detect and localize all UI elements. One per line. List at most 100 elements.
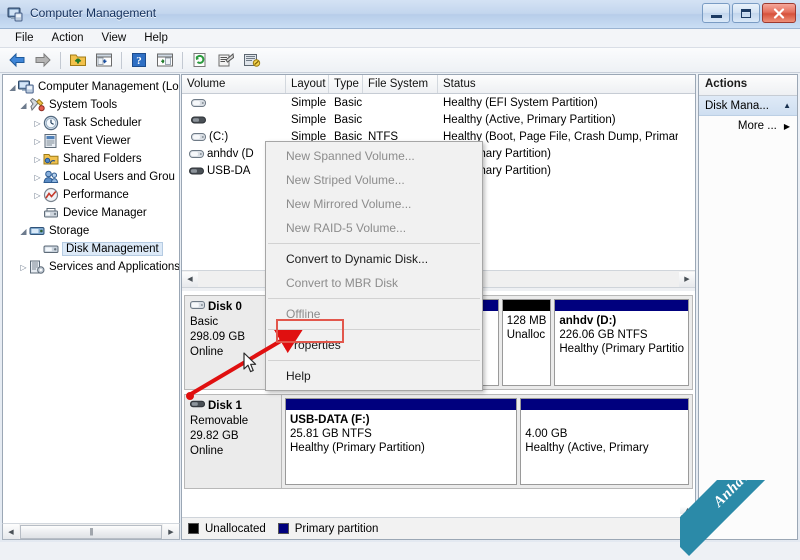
partition-status: Healthy (Primary Partitio <box>559 343 684 355</box>
expander-collapsed-icon[interactable]: ▷ <box>32 137 43 146</box>
scroll-right-arrow-icon[interactable]: ▶ <box>163 524 179 539</box>
context-menu-item-convert-to-dynamic-disk[interactable]: Convert to Dynamic Disk... <box>266 247 482 271</box>
column-header-status[interactable]: Status <box>438 75 678 93</box>
actions-item-more[interactable]: More ... ▶ <box>699 116 797 136</box>
sidebar-item-task-scheduler[interactable]: ▷ Task Scheduler <box>5 114 179 132</box>
scroll-left-arrow-icon[interactable]: ◀ <box>3 524 19 539</box>
sidebar-item-storage[interactable]: ◢ Storage <box>5 222 179 240</box>
sidebar-item-local-users-and-groups[interactable]: ▷ Local Users and Grou <box>5 168 179 186</box>
column-header-volume[interactable]: Volume <box>182 75 286 93</box>
status-bar <box>0 542 800 560</box>
context-menu-item-help[interactable]: Help <box>266 364 482 388</box>
expander-collapsed-icon[interactable]: ▷ <box>18 263 29 272</box>
cell-layout: Simple <box>291 96 327 109</box>
disk-0-type: Basic <box>190 316 219 328</box>
partition-label: USB-DATA (F:) <box>290 414 370 426</box>
column-header-file-system[interactable]: File System <box>363 75 438 93</box>
expander-expanded-icon[interactable]: ◢ <box>7 83 18 92</box>
sidebar-item-device-manager[interactable]: Device Manager <box>5 204 179 222</box>
cell-volume: USB-DA <box>207 164 251 177</box>
partition-status: Healthy (Active, Primary <box>525 442 649 454</box>
sidebar-label-services-and-applications: Services and Applications <box>49 261 180 273</box>
actions-pane-header: Actions <box>699 75 797 96</box>
menu-help[interactable]: Help <box>135 30 177 46</box>
maximize-button[interactable] <box>732 3 760 23</box>
sidebar-item-system-tools[interactable]: ◢ System Tools <box>5 96 179 114</box>
minimize-button[interactable] <box>702 3 730 23</box>
context-menu-item-properties[interactable]: Properties <box>266 333 482 357</box>
submenu-arrow-icon[interactable]: ▶ <box>784 122 790 131</box>
sidebar-item-event-viewer[interactable]: ▷ Event Viewer <box>5 132 179 150</box>
refresh-icon[interactable] <box>188 49 212 71</box>
legend-label-primary-partition: Primary partition <box>294 522 379 535</box>
disk-0-size: 298.09 GB <box>190 331 245 343</box>
partition-unallocated[interactable]: 128 MB Unalloc <box>501 299 552 386</box>
sidebar-item-shared-folders[interactable]: ▷ Shared Folders <box>5 150 179 168</box>
sidebar-label-system-tools: System Tools <box>49 99 118 111</box>
menu-view[interactable]: View <box>93 30 136 46</box>
expander-expanded-icon[interactable]: ◢ <box>18 101 29 110</box>
scroll-thumb[interactable]: ||| <box>20 524 162 539</box>
volume-icon-dark <box>189 166 204 176</box>
partition-usb-second[interactable]: 4.00 GB Healthy (Active, Primary <box>520 398 689 485</box>
expander-expanded-icon[interactable]: ◢ <box>18 227 29 236</box>
close-button[interactable] <box>762 3 796 23</box>
disk-1-partitions: USB-DATA (F:) 25.81 GB NTFS Healthy (Pri… <box>282 394 693 489</box>
back-icon[interactable] <box>5 49 29 71</box>
properties-icon[interactable] <box>214 49 238 71</box>
storage-icon <box>29 223 45 239</box>
up-folder-icon[interactable] <box>66 49 90 71</box>
sidebar-label-storage: Storage <box>49 225 90 237</box>
column-header-layout[interactable]: Layout <box>286 75 329 93</box>
menu-action[interactable]: Action <box>43 30 93 46</box>
disk-1-info[interactable]: Disk 1 Removable 29.82 GB Online <box>184 394 282 489</box>
removable-disk-icon <box>190 399 205 414</box>
table-row[interactable]: Simple Basic Healthy (EFI System Partiti… <box>182 94 695 111</box>
tree-root-computer-management[interactable]: ◢ Computer Management (Lo <box>5 78 179 96</box>
menu-file[interactable]: File <box>6 30 43 46</box>
table-row[interactable]: Simple Basic Healthy (Active, Primary Pa… <box>182 111 695 128</box>
rescan-disks-icon[interactable] <box>240 49 264 71</box>
sidebar-label-local-users-and-groups: Local Users and Grou <box>63 171 175 183</box>
actions-group-disk-management[interactable]: Disk Mana... ▲ <box>699 96 797 116</box>
cell-type: Basic <box>334 113 363 126</box>
scroll-up-arrow-icon[interactable]: ▲ <box>680 507 695 514</box>
context-menu-item-convert-to-mbr-disk[interactable]: Convert to MBR Disk <box>266 271 482 295</box>
volume-list-header: Volume Layout Type File System Status <box>182 75 695 94</box>
sidebar-item-performance[interactable]: ▷ Performance <box>5 186 179 204</box>
partition-bar <box>502 300 551 311</box>
scroll-left-arrow-icon[interactable]: ◀ <box>182 271 198 287</box>
expander-collapsed-icon[interactable]: ▷ <box>32 191 43 200</box>
console-tree-pane: ◢ Computer Management (Lo ◢ System Tools… <box>2 74 180 540</box>
tree-horizontal-scrollbar[interactable]: ◀ ||| ▶ <box>2 523 180 540</box>
show-hide-console-tree-icon[interactable] <box>92 49 116 71</box>
sidebar-item-services-and-applications[interactable]: ▷ Services and Applications <box>5 258 179 276</box>
help-icon[interactable]: ? <box>127 49 151 71</box>
window-controls <box>702 3 796 23</box>
context-menu-item-new-mirrored-volume[interactable]: New Mirrored Volume... <box>266 192 482 216</box>
collapse-arrow-icon[interactable]: ▲ <box>783 101 791 110</box>
context-menu-item-offline[interactable]: Offline <box>266 302 482 326</box>
context-menu-item-new-spanned-volume[interactable]: New Spanned Volume... <box>266 144 482 168</box>
show-hide-action-pane-icon[interactable] <box>153 49 177 71</box>
window-title: Computer Management <box>30 6 157 20</box>
scroll-right-arrow-icon[interactable]: ▶ <box>679 271 695 287</box>
expander-collapsed-icon[interactable]: ▷ <box>32 173 43 182</box>
context-menu-item-new-striped-volume[interactable]: New Striped Volume... <box>266 168 482 192</box>
cell-status: Healthy (EFI System Partition) <box>443 96 598 109</box>
forward-icon[interactable] <box>31 49 55 71</box>
services-icon <box>29 259 45 275</box>
computer-management-window: Computer Management File Action View Hel… <box>0 0 800 560</box>
sidebar-label-task-scheduler: Task Scheduler <box>63 117 142 129</box>
expander-collapsed-icon[interactable]: ▷ <box>32 155 43 164</box>
context-menu-item-new-raid5-volume[interactable]: New RAID-5 Volume... <box>266 216 482 240</box>
sidebar-label-disk-management: Disk Management <box>62 242 163 256</box>
computer-management-icon <box>7 6 24 23</box>
partition-usb-data-f[interactable]: USB-DATA (F:) 25.81 GB NTFS Healthy (Pri… <box>285 398 518 485</box>
expander-collapsed-icon[interactable]: ▷ <box>32 119 43 128</box>
computer-icon <box>18 79 34 95</box>
partition-size: 128 MB <box>506 315 547 327</box>
column-header-type[interactable]: Type <box>329 75 363 93</box>
sidebar-item-disk-management[interactable]: Disk Management <box>5 240 179 258</box>
partition-anhdv-d[interactable]: anhdv (D:) 226.06 GB NTFS Healthy (Prima… <box>554 299 689 386</box>
